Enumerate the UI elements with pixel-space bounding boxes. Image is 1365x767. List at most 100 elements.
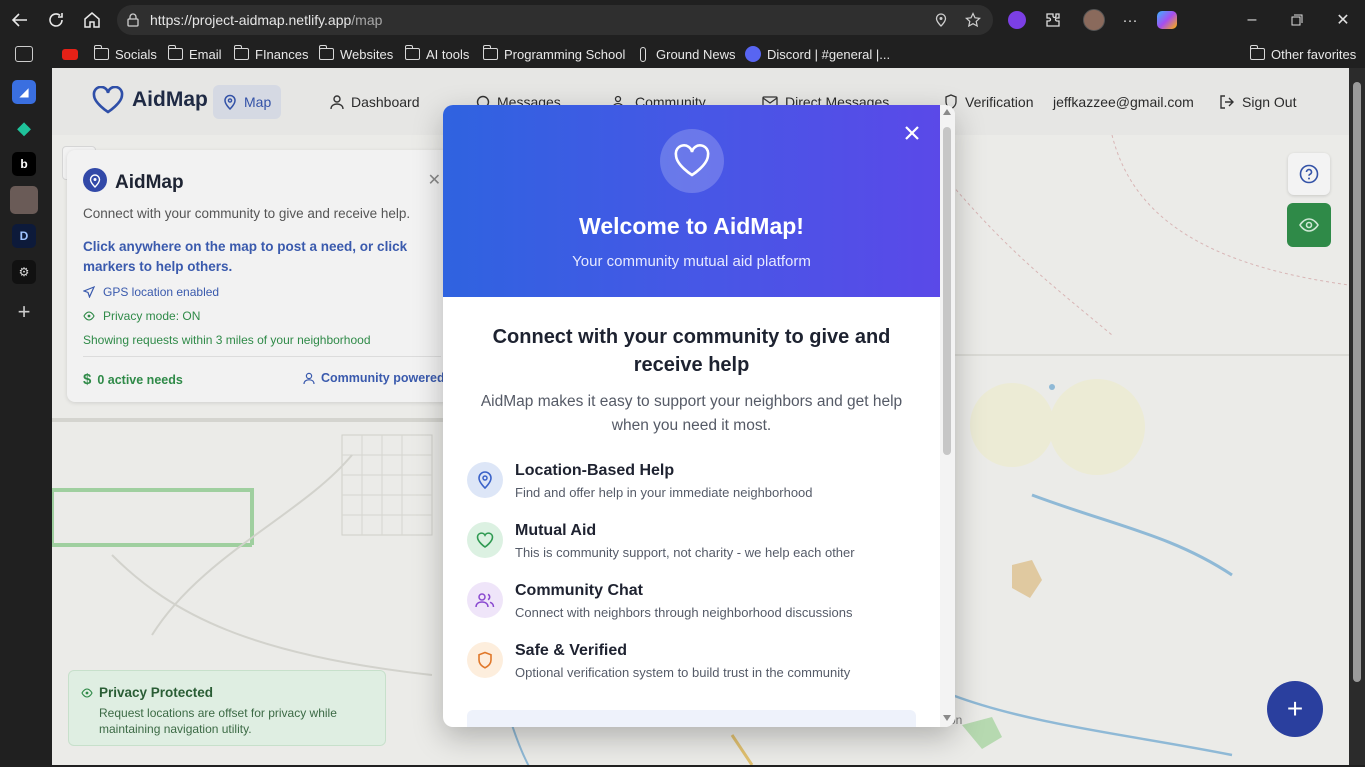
discord-icon xyxy=(745,46,761,62)
sidebar-app-d-icon[interactable]: D xyxy=(12,224,36,248)
youtube-favorite[interactable] xyxy=(62,45,78,63)
folder-icon xyxy=(404,45,420,60)
minimize-icon[interactable]: – xyxy=(1240,8,1264,32)
tabs-icon[interactable] xyxy=(15,46,33,62)
sidebar-app-photo-icon[interactable] xyxy=(10,186,38,214)
url-text[interactable]: https://project-aidmap.netlify.app/map xyxy=(150,12,382,28)
info-card-title: AidMap xyxy=(115,172,184,193)
heart-badge xyxy=(660,129,724,193)
nav-label: Dashboard xyxy=(351,94,420,110)
favorite-label: Discord | #general |... xyxy=(767,46,891,62)
folder-icon xyxy=(167,45,183,60)
nav-label: Map xyxy=(244,94,272,110)
lock-icon[interactable] xyxy=(125,12,141,28)
nav-dashboard[interactable]: Dashboard xyxy=(320,85,430,119)
url-host: https://project-aidmap.netlify.app xyxy=(150,12,352,28)
modal-subtitle: Your community mutual aid platform xyxy=(572,253,811,270)
refresh-icon[interactable] xyxy=(44,8,68,32)
folder-icon xyxy=(233,45,249,60)
scroll-up-icon[interactable] xyxy=(943,109,951,115)
browser-sidebar: ◢ ◆ b D ⚙ + xyxy=(0,40,50,767)
info-card-cta: Click anywhere on the map to post a need… xyxy=(83,239,408,274)
favorites-bar: Socials Email FInances Websites AI tools… xyxy=(52,40,1365,68)
feature-mutual-aid: Mutual Aid This is community support, no… xyxy=(467,522,917,570)
folder-icon xyxy=(1249,45,1265,60)
restore-icon[interactable] xyxy=(1285,8,1309,32)
privacy-mode-status: Privacy mode: ON xyxy=(83,309,200,323)
dollar-icon: $ xyxy=(83,371,92,388)
sidebar-app-2-icon[interactable]: ◆ xyxy=(12,116,36,140)
feature-desc: Connect with neighbors through neighborh… xyxy=(515,605,853,620)
feature-desc: Find and offer help in your immediate ne… xyxy=(515,485,813,500)
more-menu-icon[interactable]: ··· xyxy=(1119,9,1141,31)
extension-purple-icon[interactable] xyxy=(1006,9,1028,31)
favorite-label: Programming School xyxy=(504,46,626,62)
aidmap-info-card: AidMap ✕ Connect with your community to … xyxy=(67,150,457,402)
modal-scrollbar[interactable] xyxy=(940,105,955,727)
navigation-icon xyxy=(83,286,95,298)
feature-title: Community Chat xyxy=(515,582,643,599)
favorite-label: AI tools xyxy=(426,46,470,62)
feature-title: Location-Based Help xyxy=(515,462,675,479)
heart-logo-icon xyxy=(92,86,124,114)
favorite-ai-tools[interactable]: AI tools xyxy=(404,45,470,63)
add-request-button[interactable]: + xyxy=(1267,681,1323,737)
feature-desc: Optional verification system to build tr… xyxy=(515,665,851,680)
close-window-icon[interactable]: ✕ xyxy=(1331,8,1355,32)
favorite-label: Email xyxy=(189,46,222,62)
favorite-ground-news[interactable]: Ground News xyxy=(636,45,735,63)
nav-label: Verification xyxy=(965,94,1034,110)
heart-icon xyxy=(467,522,503,558)
user-email: jeffkazzee@gmail.com xyxy=(1043,85,1204,119)
modal-close-icon[interactable] xyxy=(901,122,923,144)
copilot-icon[interactable] xyxy=(1156,9,1178,31)
other-favorites[interactable]: Other favorites xyxy=(1249,45,1357,63)
help-button[interactable] xyxy=(1288,153,1330,195)
add-sidebar-app-icon[interactable]: + xyxy=(12,299,36,324)
feature-safe-verified: Safe & Verified Optional verification sy… xyxy=(467,642,917,690)
radius-status: Showing requests within 3 miles of your … xyxy=(83,333,371,347)
profile-avatar[interactable] xyxy=(1083,9,1105,31)
map-pin-icon xyxy=(467,462,503,498)
favorite-discord[interactable]: Discord | #general |... xyxy=(745,45,890,63)
favorite-star-icon[interactable] xyxy=(965,12,981,28)
modal-scroll-thumb[interactable] xyxy=(943,127,951,455)
location-icon[interactable] xyxy=(933,12,949,28)
home-icon[interactable] xyxy=(80,8,104,32)
info-card-description: Connect with your community to give and … xyxy=(83,206,411,221)
favorite-label: FInances xyxy=(255,46,309,62)
help-icon xyxy=(1299,164,1319,184)
nav-map[interactable]: Map xyxy=(213,85,282,119)
page-scroll-thumb[interactable] xyxy=(1353,82,1361,682)
plus-icon: + xyxy=(1286,693,1304,724)
favorite-email[interactable]: Email xyxy=(167,45,222,63)
modal-heading: Connect with your community to give and … xyxy=(492,326,891,376)
favorite-websites[interactable]: Websites xyxy=(318,45,393,63)
privacy-mode-text: Privacy mode: ON xyxy=(103,309,201,323)
gps-status: GPS location enabled xyxy=(83,285,219,299)
back-icon[interactable] xyxy=(8,8,32,32)
users-icon xyxy=(467,582,503,618)
brand-logo[interactable]: AidMap xyxy=(92,86,208,114)
folder-icon xyxy=(93,45,109,60)
favorite-label: Other favorites xyxy=(1271,46,1357,62)
sidebar-app-b-icon[interactable]: b xyxy=(12,152,36,176)
page-scrollbar[interactable] xyxy=(1349,68,1365,765)
sidebar-app-6-icon[interactable]: ⚙ xyxy=(12,260,36,284)
address-bar[interactable]: https://project-aidmap.netlify.app/map xyxy=(117,5,993,35)
privacy-protected-banner: Privacy Protected Request locations are … xyxy=(68,670,386,746)
modal-next-section xyxy=(467,710,916,727)
eye-icon xyxy=(83,311,95,321)
info-card-close-icon[interactable]: ✕ xyxy=(428,170,441,190)
scroll-down-icon[interactable] xyxy=(943,715,951,721)
extensions-icon[interactable] xyxy=(1042,9,1064,31)
privacy-toggle-button[interactable] xyxy=(1287,203,1331,247)
user-icon xyxy=(303,372,315,384)
favorite-socials[interactable]: Socials xyxy=(93,45,157,63)
sign-out-button[interactable]: Sign Out xyxy=(1209,85,1306,119)
favorite-label: Socials xyxy=(115,46,157,62)
sidebar-app-1-icon[interactable]: ◢ xyxy=(12,80,36,104)
favorite-finances[interactable]: FInances xyxy=(233,45,309,63)
favorite-programming-school[interactable]: Programming School xyxy=(482,45,626,63)
ground-news-icon xyxy=(640,46,646,62)
